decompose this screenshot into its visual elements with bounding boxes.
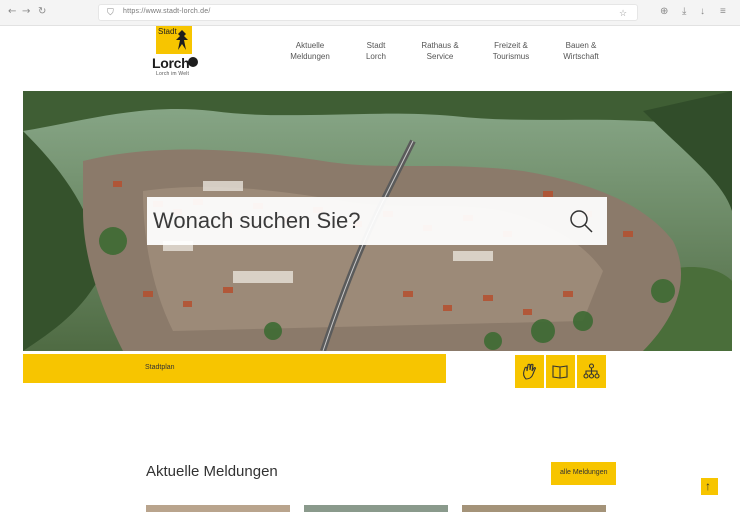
nav-item-aktuelle-meldungen[interactable]: Aktuelle Meldungen xyxy=(280,40,340,62)
all-news-label: alle Meldungen xyxy=(560,469,608,476)
logo-subtitle: Lorch im Welt xyxy=(156,71,190,77)
download-icon[interactable]: ↓ xyxy=(700,6,705,17)
book-icon xyxy=(552,365,568,379)
extensions-icon[interactable]: ⊕ xyxy=(660,6,668,17)
search-input[interactable]: Wonach suchen Sie? xyxy=(153,208,361,234)
nav-item-rathaus-service[interactable]: Rathaus & Service xyxy=(410,40,470,62)
quicklink-book-button[interactable] xyxy=(546,355,575,388)
site-logo[interactable]: Stadt Lorch Lorch im Welt xyxy=(146,26,198,78)
forward-icon[interactable]: → xyxy=(22,6,30,17)
nav-item-bauen-wirtschaft[interactable]: Bauen & Wirtschaft xyxy=(550,40,612,62)
logo-name: Lorch xyxy=(152,55,190,71)
nav-label: Aktuelle xyxy=(295,41,325,50)
nav-label: Wirtschaft xyxy=(563,52,599,61)
quicklink-hand-button[interactable] xyxy=(515,355,544,388)
nav-item-freizeit-tourismus[interactable]: Freizeit & Tourismus xyxy=(480,40,542,62)
stadtplan-bar[interactable]: Stadtplan xyxy=(23,354,446,383)
news-section-title: Aktuelle Meldungen xyxy=(146,463,278,480)
all-news-button[interactable]: alle Meldungen xyxy=(551,462,616,485)
nav-label: Lorch xyxy=(365,52,386,61)
shield-icon[interactable]: ⛉ xyxy=(107,7,114,18)
back-icon[interactable]: ← xyxy=(8,6,16,17)
news-thumbnail[interactable] xyxy=(462,505,606,512)
address-bar[interactable]: ⛉ https://www.stadt-lorch.de/ ☆ xyxy=(98,4,638,21)
nav-label: Meldungen xyxy=(290,52,330,61)
main-navigation: Aktuelle Meldungen Stadt Lorch Rathaus &… xyxy=(280,40,620,80)
logo-figure-icon xyxy=(176,30,188,50)
nav-label: Service xyxy=(426,52,454,61)
logo-orb-icon xyxy=(188,57,198,67)
nav-label: Stadt xyxy=(366,41,386,50)
sitemap-icon xyxy=(583,363,600,379)
url-text: https://www.stadt-lorch.de/ xyxy=(123,8,211,15)
stadtplan-label: Stadtplan xyxy=(145,364,175,371)
news-thumbnail[interactable] xyxy=(146,505,290,512)
nav-label: Rathaus & xyxy=(421,41,459,50)
quicklink-sitemap-button[interactable] xyxy=(577,355,606,388)
reload-icon[interactable]: ↻ xyxy=(38,6,46,17)
arrow-up-icon: ↑ xyxy=(705,479,711,493)
menu-icon[interactable]: ≡ xyxy=(720,6,726,17)
browser-toolbar: ← → ↻ ⛉ https://www.stadt-lorch.de/ ☆ ⊕ … xyxy=(0,0,740,26)
nav-label: Tourismus xyxy=(492,52,530,61)
search-icon[interactable] xyxy=(567,207,595,235)
bookmark-icon[interactable]: ☆ xyxy=(619,8,627,19)
nav-item-stadt-lorch[interactable]: Stadt Lorch xyxy=(348,40,404,62)
download-icon[interactable]: ⤓ xyxy=(682,6,686,17)
hand-icon xyxy=(523,363,536,380)
news-thumbnail[interactable] xyxy=(304,505,448,512)
nav-label: Freizeit & xyxy=(494,41,528,50)
nav-label: Bauen & xyxy=(565,41,597,50)
hero-search-box[interactable]: Wonach suchen Sie? xyxy=(147,197,607,245)
back-to-top-button[interactable]: ↑ xyxy=(701,478,718,495)
